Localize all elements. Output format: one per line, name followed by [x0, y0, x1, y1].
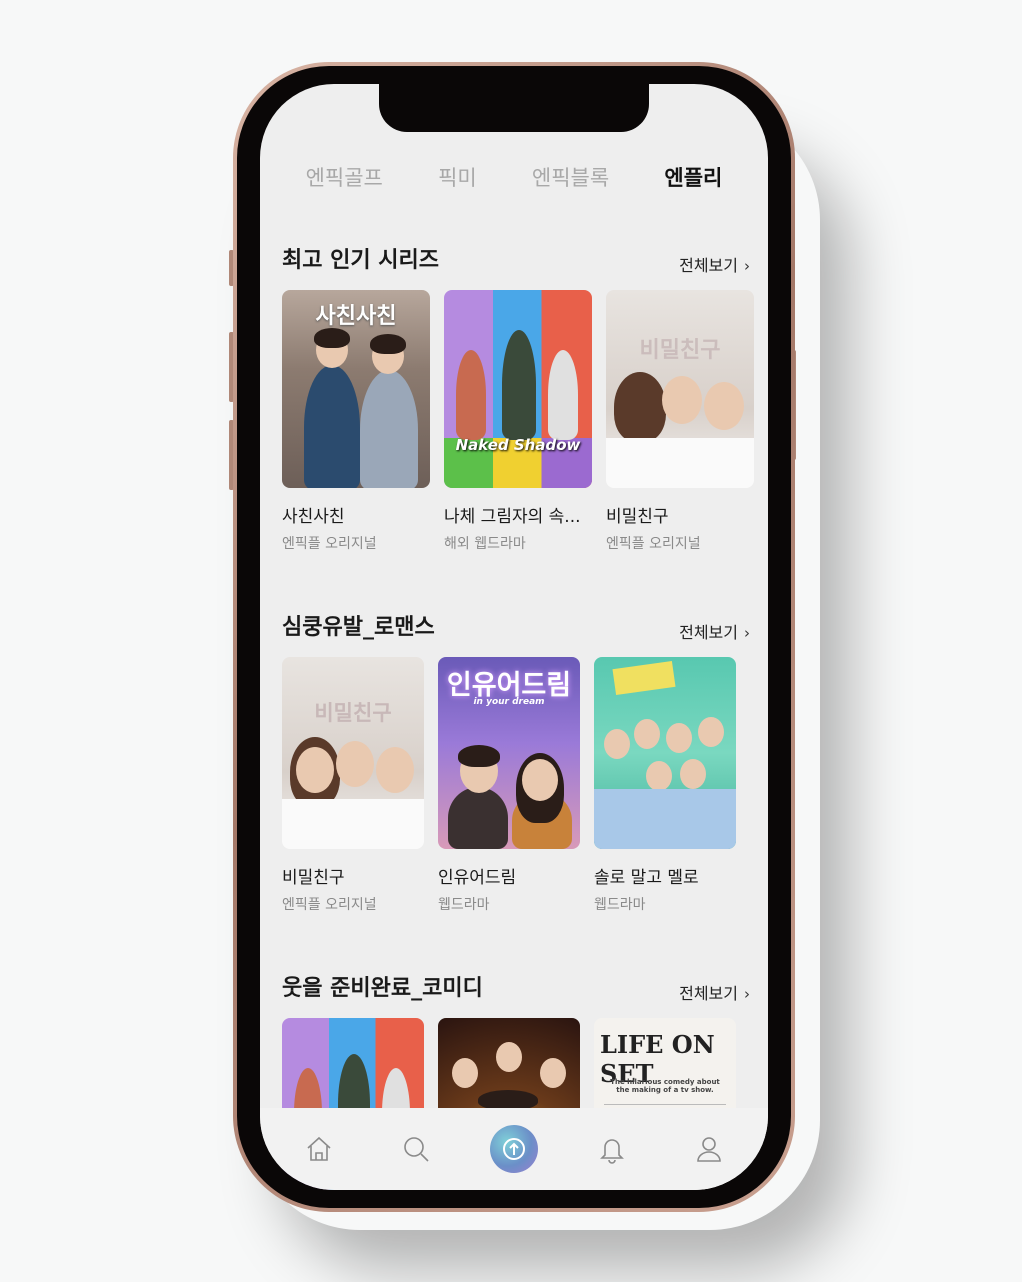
poster-head — [496, 1042, 522, 1072]
section-title: 웃을 준비완료_코미디 — [282, 976, 483, 1001]
see-all-label: 전체보기 — [679, 256, 738, 275]
poster-head — [646, 761, 672, 791]
poster-clothes — [282, 799, 424, 849]
poster-hair — [478, 1090, 538, 1110]
poster-head — [376, 747, 414, 793]
tab-nplay[interactable]: 엔플리 — [664, 162, 722, 202]
top-tabs: 엔픽골프 픽미 엔픽블록 엔플리 — [260, 162, 768, 202]
poster-hair — [458, 745, 500, 767]
poster-title: 비밀친구 — [639, 338, 721, 363]
poster-head — [634, 719, 660, 749]
content-card[interactable]: 인유어드림 in your dream 인유어드림 웹드라마 — [438, 657, 580, 914]
chevron-right-icon: › — [744, 985, 750, 1003]
card-title: 비밀친구 — [606, 507, 669, 527]
poster-figure — [360, 370, 418, 488]
phone-bezel: 엔픽골프 픽미 엔픽블록 엔플리 최고 인기 시리즈 전체보기 › 사친사친 사… — [237, 66, 791, 1208]
poster-clothes — [606, 438, 754, 488]
card-subtitle: 엔픽플 오리지널 — [282, 536, 377, 552]
card-title: 비밀친구 — [282, 868, 345, 888]
poster-subtitle: The hilarious comedy about the making of… — [610, 1078, 720, 1094]
poster-title: 비밀친구 — [314, 701, 392, 725]
poster-hair — [370, 334, 406, 354]
poster-title: 사친사친 — [315, 304, 397, 329]
card-title: 인유어드림 — [438, 868, 517, 888]
content-card[interactable]: 솔로 말고 멜로 웹드라마 — [594, 657, 736, 914]
poster-head — [680, 759, 706, 789]
card-title: 솔로 말고 멜로 — [594, 868, 699, 888]
poster-clothes — [594, 789, 736, 849]
notch — [379, 84, 649, 132]
poster-hair — [314, 328, 350, 348]
poster-figure — [548, 350, 578, 440]
card-title: 나체 그림자의 속... — [444, 507, 581, 527]
content-card[interactable]: 사친사친 사친사친 엔픽플 오리지널 — [282, 290, 430, 553]
poster-image — [594, 657, 736, 849]
poster-title: Naked Shadow — [455, 436, 581, 454]
card-title: 사친사친 — [282, 507, 345, 527]
search-icon[interactable] — [392, 1125, 440, 1173]
poster-row: 비밀친구 비밀친구 엔픽플 오리지널 인유어드림 in your dream 인… — [282, 657, 736, 914]
poster-hair — [614, 372, 666, 442]
card-subtitle: 엔픽플 오리지널 — [282, 897, 377, 913]
see-all-label: 전체보기 — [679, 984, 738, 1003]
chevron-right-icon: › — [744, 624, 750, 642]
poster-figure — [304, 365, 360, 488]
tab-npick-block[interactable]: 엔픽블록 — [532, 162, 609, 202]
profile-icon[interactable] — [685, 1125, 733, 1173]
poster-head — [698, 717, 724, 747]
card-subtitle: 해외 웹드라마 — [444, 536, 526, 552]
see-all-button[interactable]: 전체보기 › — [679, 980, 750, 1004]
poster-head — [666, 723, 692, 753]
app-screen: 엔픽골프 픽미 엔픽블록 엔플리 최고 인기 시리즈 전체보기 › 사친사친 사… — [260, 84, 768, 1190]
poster-head — [452, 1058, 478, 1088]
poster-row: 사친사친 사친사친 엔픽플 오리지널 Naked Shadow 나체 그림자의 … — [282, 290, 754, 553]
poster-head — [522, 759, 558, 801]
phone-frame: 엔픽골프 픽미 엔픽블록 엔플리 최고 인기 시리즈 전체보기 › 사친사친 사… — [233, 62, 795, 1212]
poster-figure — [448, 787, 508, 849]
bottom-nav — [260, 1108, 768, 1190]
chevron-right-icon: › — [744, 257, 750, 275]
poster-image: 사친사친 — [282, 290, 430, 488]
play-upload-icon[interactable] — [489, 1125, 538, 1173]
content-card[interactable]: Naked Shadow 나체 그림자의 속... 해외 웹드라마 — [444, 290, 592, 553]
section-title: 최고 인기 시리즈 — [282, 248, 439, 273]
see-all-label: 전체보기 — [679, 623, 738, 642]
bell-icon[interactable] — [588, 1125, 636, 1173]
tab-npick-golf[interactable]: 엔픽골프 — [306, 162, 383, 202]
poster-head — [662, 376, 702, 424]
poster-head — [704, 382, 744, 430]
poster-head — [336, 741, 374, 787]
card-subtitle: 엔픽플 오리지널 — [606, 536, 701, 552]
poster-image: 인유어드림 in your dream — [438, 657, 580, 849]
poster-image: Naked Shadow — [444, 290, 592, 488]
section-title: 심쿵유발_로맨스 — [282, 615, 435, 640]
see-all-button[interactable]: 전체보기 › — [679, 619, 750, 643]
tab-pickme[interactable]: 픽미 — [438, 162, 477, 202]
poster-head — [296, 747, 334, 793]
poster-logo — [612, 660, 676, 696]
content-card[interactable]: 비밀친구 비밀친구 엔픽플 오리지널 — [282, 657, 424, 914]
poster-image: 비밀친구 — [606, 290, 754, 488]
poster-image: 비밀친구 — [282, 657, 424, 849]
content-card[interactable]: 비밀친구 비밀친구 엔픽플 오리지널 — [606, 290, 754, 553]
poster-figure — [456, 350, 486, 440]
card-subtitle: 웹드라마 — [438, 897, 490, 913]
poster-head — [604, 729, 630, 759]
poster-head — [540, 1058, 566, 1088]
poster-figure — [502, 330, 536, 440]
see-all-button[interactable]: 전체보기 › — [679, 252, 750, 276]
card-subtitle: 웹드라마 — [594, 897, 646, 913]
home-icon[interactable] — [295, 1125, 343, 1173]
poster-subtitle: in your dream — [473, 697, 545, 707]
